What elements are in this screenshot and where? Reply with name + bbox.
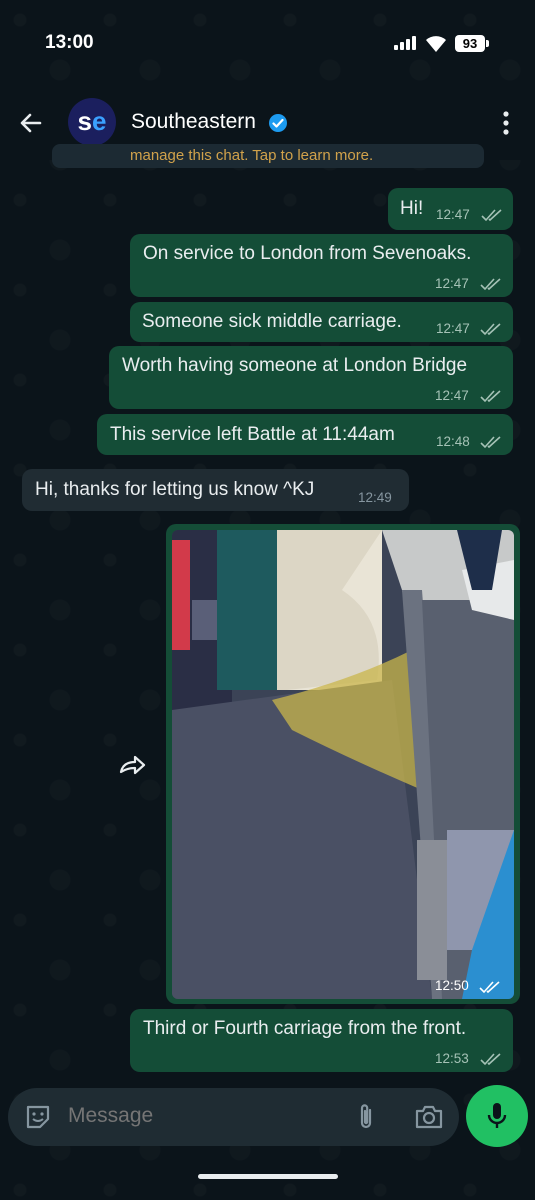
camera-icon[interactable] xyxy=(414,1103,444,1131)
message-time: 12:47 xyxy=(436,207,470,222)
message-time: 12:50 xyxy=(435,978,469,993)
message-text: Third or Fourth carriage from the front. xyxy=(143,1018,467,1039)
avatar[interactable]: se xyxy=(68,98,116,146)
double-check-icon xyxy=(479,981,500,994)
battery-level: 93 xyxy=(455,35,485,52)
message-text: Someone sick middle carriage. xyxy=(142,311,402,332)
double-check-icon xyxy=(481,209,502,222)
message-bubble[interactable]: Hi, thanks for letting us know ^KJ 12:49 xyxy=(22,469,409,511)
verified-badge-icon xyxy=(269,114,287,132)
double-check-icon xyxy=(480,436,501,449)
double-check-icon xyxy=(480,278,501,291)
system-notice-text: manage this chat. Tap to learn more. xyxy=(130,147,374,164)
message-bubble[interactable]: Someone sick middle carriage. 12:47 xyxy=(130,302,513,342)
status-bar: 13:00 93 xyxy=(0,0,535,86)
message-text: Hi, thanks for letting us know ^KJ xyxy=(35,479,315,500)
status-time: 13:00 xyxy=(45,32,94,53)
contact-name[interactable]: Southeastern xyxy=(131,110,256,134)
system-notice[interactable]: manage this chat. Tap to learn more. xyxy=(52,144,484,168)
message-time: 12:47 xyxy=(436,321,470,336)
message-bubble[interactable]: This service left Battle at 11:44am 12:4… xyxy=(97,414,513,455)
microphone-icon xyxy=(487,1103,507,1128)
message-bubble[interactable]: Hi! 12:47 xyxy=(388,188,513,230)
message-bubble[interactable]: Worth having someone at London Bridge 12… xyxy=(109,346,513,409)
sticker-icon[interactable] xyxy=(24,1103,52,1131)
message-text: Hi! xyxy=(400,198,424,219)
message-input[interactable] xyxy=(68,1104,328,1128)
message-text: This service left Battle at 11:44am xyxy=(110,424,395,445)
forward-icon[interactable] xyxy=(113,746,153,786)
avatar-letter-e: e xyxy=(92,106,107,136)
mic-button[interactable] xyxy=(466,1085,528,1147)
train-floor-photo[interactable]: 12:50 xyxy=(172,530,514,999)
message-bubble[interactable]: Third or Fourth carriage from the front.… xyxy=(130,1009,513,1072)
double-check-icon xyxy=(480,1053,501,1066)
message-time: 12:49 xyxy=(358,490,392,505)
battery-icon xyxy=(486,40,489,47)
message-time: 12:47 xyxy=(435,276,469,291)
double-check-icon xyxy=(480,323,501,336)
more-vert-icon[interactable] xyxy=(500,110,512,136)
wifi-icon xyxy=(426,36,446,52)
message-time: 12:48 xyxy=(436,434,470,449)
double-check-icon xyxy=(480,390,501,403)
avatar-letter-s: s xyxy=(77,106,92,136)
message-time: 12:47 xyxy=(435,388,469,403)
home-indicator[interactable] xyxy=(198,1174,338,1179)
message-text: Worth having someone at London Bridge xyxy=(122,355,468,376)
paperclip-icon[interactable] xyxy=(354,1102,378,1132)
signal-icon xyxy=(394,36,416,50)
back-arrow-icon[interactable] xyxy=(18,110,44,136)
message-text: On service to London from Sevenoaks. xyxy=(143,243,472,264)
photo-illustration xyxy=(172,530,514,999)
message-time: 12:53 xyxy=(435,1051,469,1066)
message-bubble[interactable]: On service to London from Sevenoaks. 12:… xyxy=(130,234,513,297)
